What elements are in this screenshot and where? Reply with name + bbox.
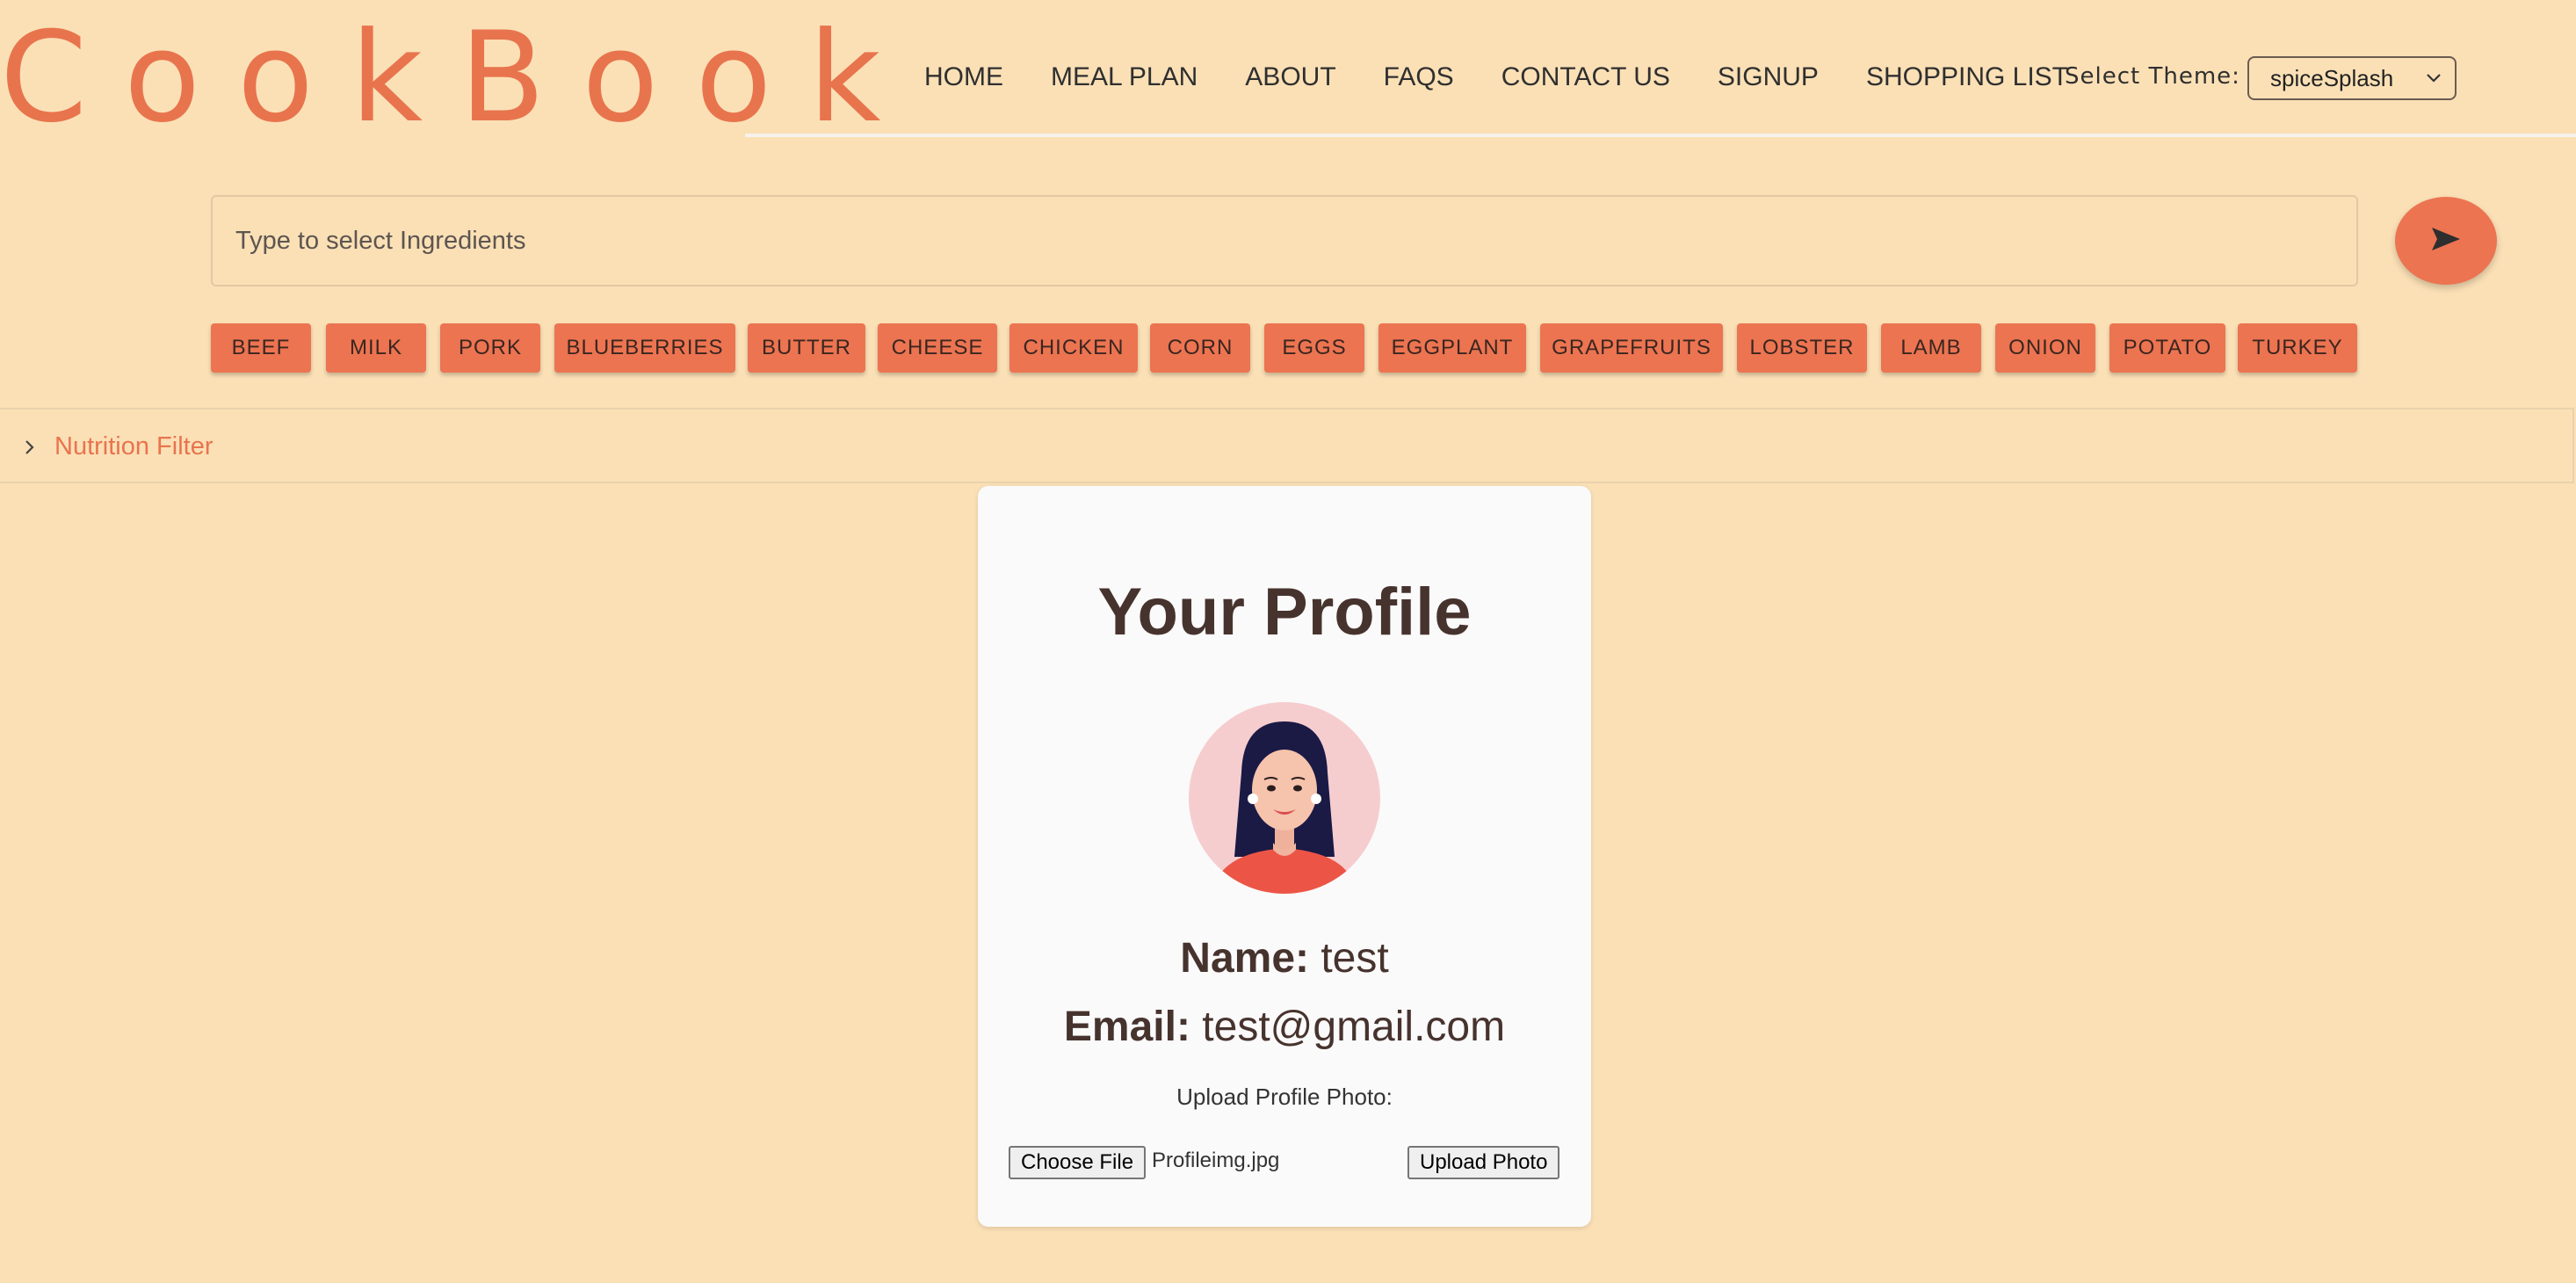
email-value: test@gmail.com (1202, 1004, 1506, 1050)
profile-title: Your Profile (1097, 575, 1472, 649)
ingredient-chip[interactable]: EGGPLANT (1378, 323, 1526, 373)
ingredient-chip[interactable]: BLUEBERRIES (554, 323, 735, 373)
email-label: Email: (1063, 1004, 1190, 1050)
avatar (1189, 702, 1380, 894)
nav-meal-plan[interactable]: MEAL PLAN (1051, 62, 1198, 92)
ingredient-chip[interactable]: LAMB (1881, 323, 1981, 373)
selected-file-name: Profileimg.jpg (1152, 1149, 1280, 1172)
nutrition-filter-toggle[interactable]: Nutrition Filter (0, 408, 2574, 483)
ingredient-chip[interactable]: BEEF (211, 323, 311, 373)
choose-file-button[interactable]: Choose File (1009, 1146, 1147, 1179)
send-button[interactable] (2395, 197, 2497, 285)
upload-photo-button[interactable]: Upload Photo (1407, 1146, 1560, 1179)
nutrition-filter-label: Nutrition Filter (54, 432, 213, 460)
profile-name-row: Name: test (978, 934, 1591, 982)
profile-card: Your Profile Name: test Email: test@gmai… (978, 486, 1591, 1227)
nav-shopping-list[interactable]: SHOPPING LIST (1866, 62, 2068, 92)
upload-photo-label: Upload Profile Photo: (1176, 1084, 1393, 1110)
main-nav: HOME MEAL PLAN ABOUT FAQS CONTACT US SIG… (924, 51, 2068, 104)
ingredient-chip[interactable]: LOBSTER (1737, 323, 1867, 373)
ingredient-chip[interactable]: TURKEY (2238, 323, 2357, 373)
name-value: test (1321, 935, 1389, 982)
nav-faqs[interactable]: FAQS (1384, 62, 1454, 92)
ingredient-chip[interactable]: CORN (1150, 323, 1250, 373)
theme-select[interactable]: spiceSplash (2247, 56, 2457, 100)
nav-divider (745, 134, 2576, 137)
ingredient-search-input[interactable]: Type to select Ingredients (211, 195, 2358, 286)
send-arrow-icon (2430, 226, 2462, 257)
nav-home[interactable]: HOME (924, 62, 1003, 92)
ingredient-chip[interactable]: CHICKEN (1009, 323, 1138, 373)
chevron-right-icon (21, 432, 39, 467)
ingredient-chip[interactable]: MILK (326, 323, 426, 373)
app-logo[interactable]: CookBook (0, 12, 918, 144)
nav-about[interactable]: ABOUT (1245, 62, 1335, 92)
profile-email-row: Email: test@gmail.com (978, 1003, 1591, 1051)
ingredient-chip[interactable]: BUTTER (748, 323, 865, 373)
name-label: Name: (1180, 935, 1309, 982)
ingredient-chip[interactable]: ONION (1995, 323, 2095, 373)
ingredient-chip[interactable]: EGGS (1264, 323, 1364, 373)
nav-signup[interactable]: SIGNUP (1718, 62, 1819, 92)
ingredient-chip[interactable]: GRAPEFRUITS (1540, 323, 1723, 373)
ingredient-chip[interactable]: CHEESE (878, 323, 997, 373)
theme-select-value: spiceSplash (2270, 65, 2394, 91)
ingredient-chip[interactable]: POTATO (2109, 323, 2225, 373)
nav-contact-us[interactable]: CONTACT US (1501, 62, 1670, 92)
theme-label: Select Theme: (2065, 63, 2240, 90)
ingredient-chip[interactable]: PORK (440, 323, 540, 373)
chevron-down-icon (2425, 58, 2442, 112)
